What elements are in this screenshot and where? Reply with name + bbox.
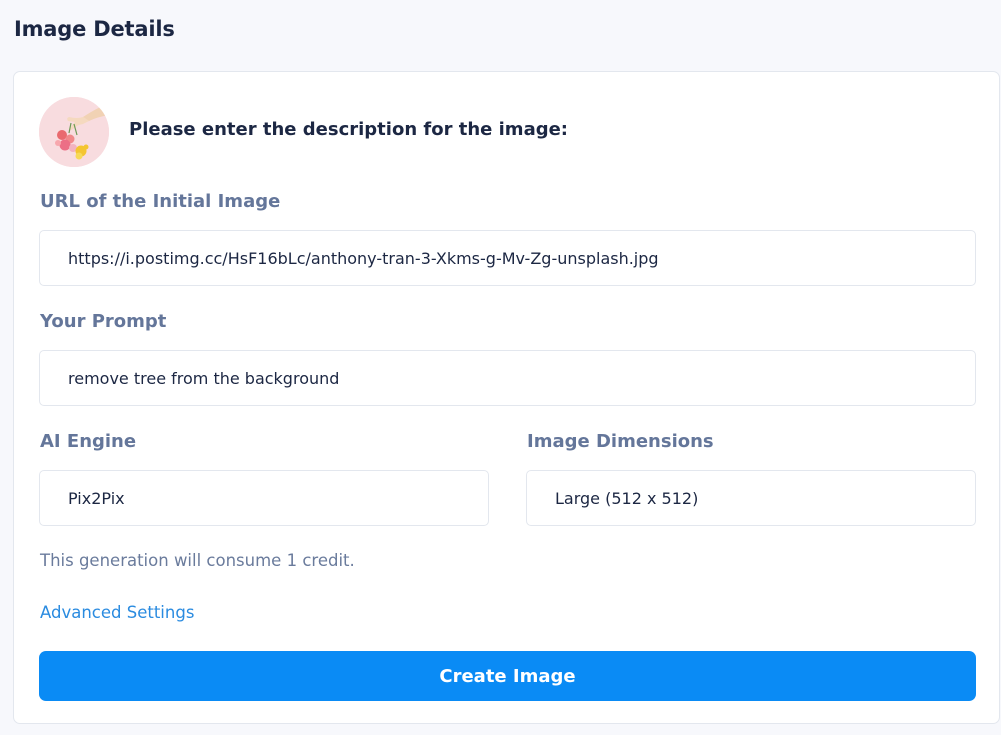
page-title: Image Details	[14, 17, 175, 41]
create-image-button[interactable]: Create Image	[39, 651, 976, 701]
image-dimensions-select[interactable]: Large (512 x 512)	[526, 470, 976, 526]
advanced-settings-link[interactable]: Advanced Settings	[40, 603, 194, 622]
image-dimensions-label: Image Dimensions	[527, 431, 714, 452]
image-details-card: Please enter the description for the ima…	[13, 71, 1000, 724]
hand-with-flowers-icon	[39, 97, 109, 167]
ai-engine-label: AI Engine	[40, 431, 137, 452]
url-field[interactable]: https://i.postimg.cc/HsF16bLc/anthony-tr…	[39, 230, 976, 286]
ai-engine-select[interactable]: Pix2Pix	[39, 470, 489, 526]
url-label: URL of the Initial Image	[40, 191, 281, 212]
credit-note: This generation will consume 1 credit.	[40, 551, 355, 570]
prompt-field[interactable]: remove tree from the background	[39, 350, 976, 406]
prompt-label: Your Prompt	[40, 311, 167, 332]
card-heading: Please enter the description for the ima…	[129, 119, 569, 140]
